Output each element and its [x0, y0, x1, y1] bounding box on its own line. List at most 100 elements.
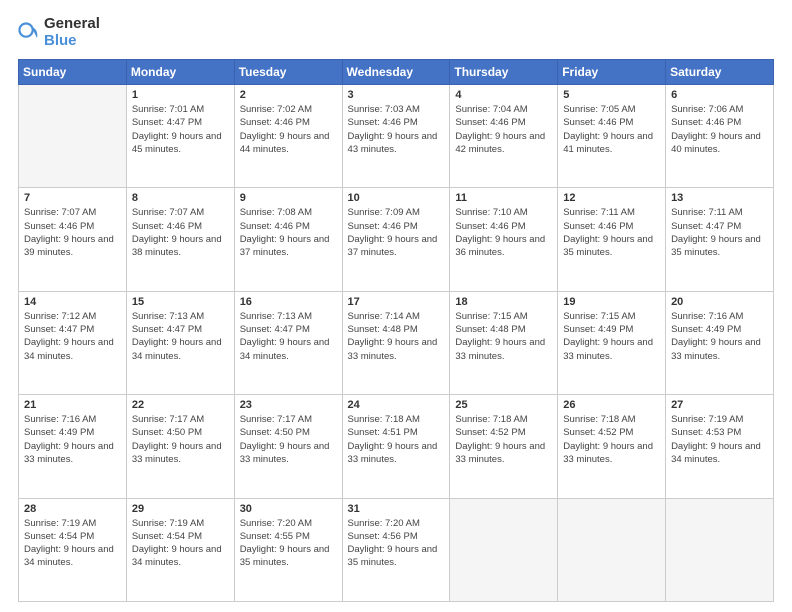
calendar-cell: 19 Sunrise: 7:15 AMSunset: 4:49 PMDayligh… — [558, 291, 666, 394]
calendar-table: SundayMondayTuesdayWednesdayThursdayFrid… — [18, 59, 774, 602]
day-info: Sunrise: 7:17 AMSunset: 4:50 PMDaylight:… — [240, 413, 337, 466]
calendar-cell: 7 Sunrise: 7:07 AMSunset: 4:46 PMDaylight… — [19, 188, 127, 291]
calendar-cell: 2 Sunrise: 7:02 AMSunset: 4:46 PMDaylight… — [234, 85, 342, 188]
day-info: Sunrise: 7:20 AMSunset: 4:55 PMDaylight:… — [240, 517, 337, 570]
day-info: Sunrise: 7:13 AMSunset: 4:47 PMDaylight:… — [240, 310, 337, 363]
day-info: Sunrise: 7:17 AMSunset: 4:50 PMDaylight:… — [132, 413, 229, 466]
calendar-cell: 22 Sunrise: 7:17 AMSunset: 4:50 PMDayligh… — [126, 395, 234, 498]
calendar-cell: 25 Sunrise: 7:18 AMSunset: 4:52 PMDayligh… — [450, 395, 558, 498]
day-info: Sunrise: 7:07 AMSunset: 4:46 PMDaylight:… — [132, 206, 229, 259]
calendar-cell: 28Sunrise: 7:19 AMSunset: 4:54 PMDayligh… — [19, 498, 127, 601]
day-info: Sunrise: 7:19 AMSunset: 4:54 PMDaylight:… — [24, 517, 121, 570]
day-info: Sunrise: 7:18 AMSunset: 4:51 PMDaylight:… — [348, 413, 445, 466]
day-number: 11 — [455, 192, 552, 204]
day-number: 5 — [563, 89, 660, 101]
day-number: 27 — [671, 399, 768, 411]
day-number: 12 — [563, 192, 660, 204]
day-info: Sunrise: 7:10 AMSunset: 4:46 PMDaylight:… — [455, 206, 552, 259]
day-number: 9 — [240, 192, 337, 204]
day-number: 19 — [563, 296, 660, 308]
calendar-cell: 13 Sunrise: 7:11 AMSunset: 4:47 PMDayligh… — [666, 188, 774, 291]
day-number: 17 — [348, 296, 445, 308]
day-number: 25 — [455, 399, 552, 411]
calendar-cell — [450, 498, 558, 601]
calendar-cell — [19, 85, 127, 188]
calendar-cell: 8 Sunrise: 7:07 AMSunset: 4:46 PMDaylight… — [126, 188, 234, 291]
calendar-header: SundayMondayTuesdayWednesdayThursdayFrid… — [19, 60, 774, 85]
day-info: Sunrise: 7:01 AMSunset: 4:47 PMDaylight:… — [132, 103, 229, 156]
day-info: Sunrise: 7:08 AMSunset: 4:46 PMDaylight:… — [240, 206, 337, 259]
day-number: 7 — [24, 192, 121, 204]
day-number: 1 — [132, 89, 229, 101]
day-info: Sunrise: 7:18 AMSunset: 4:52 PMDaylight:… — [455, 413, 552, 466]
calendar-week-4: 21Sunrise: 7:16 AMSunset: 4:49 PMDayligh… — [19, 395, 774, 498]
day-info: Sunrise: 7:07 AMSunset: 4:46 PMDaylight:… — [24, 206, 121, 259]
calendar-cell: 30 Sunrise: 7:20 AMSunset: 4:55 PMDayligh… — [234, 498, 342, 601]
day-number: 2 — [240, 89, 337, 101]
weekday-header-saturday: Saturday — [666, 60, 774, 85]
calendar-cell: 1 Sunrise: 7:01 AMSunset: 4:47 PMDaylight… — [126, 85, 234, 188]
calendar-cell: 18 Sunrise: 7:15 AMSunset: 4:48 PMDayligh… — [450, 291, 558, 394]
calendar-cell: 12Sunrise: 7:11 AMSunset: 4:46 PMDayligh… — [558, 188, 666, 291]
calendar-cell: 29 Sunrise: 7:19 AMSunset: 4:54 PMDayligh… — [126, 498, 234, 601]
day-number: 29 — [132, 503, 229, 515]
logo: General Blue — [18, 16, 100, 49]
day-info: Sunrise: 7:13 AMSunset: 4:47 PMDaylight:… — [132, 310, 229, 363]
day-number: 20 — [671, 296, 768, 308]
calendar-cell: 6 Sunrise: 7:06 AMSunset: 4:46 PMDaylight… — [666, 85, 774, 188]
day-number: 6 — [671, 89, 768, 101]
weekday-header-thursday: Thursday — [450, 60, 558, 85]
day-info: Sunrise: 7:03 AMSunset: 4:46 PMDaylight:… — [348, 103, 445, 156]
day-info: Sunrise: 7:16 AMSunset: 4:49 PMDaylight:… — [671, 310, 768, 363]
day-number: 10 — [348, 192, 445, 204]
day-info: Sunrise: 7:19 AMSunset: 4:53 PMDaylight:… — [671, 413, 768, 466]
day-number: 3 — [348, 89, 445, 101]
day-info: Sunrise: 7:16 AMSunset: 4:49 PMDaylight:… — [24, 413, 121, 466]
calendar-cell — [666, 498, 774, 601]
weekday-header-row: SundayMondayTuesdayWednesdayThursdayFrid… — [19, 60, 774, 85]
day-number: 18 — [455, 296, 552, 308]
calendar-cell — [558, 498, 666, 601]
calendar-cell: 31Sunrise: 7:20 AMSunset: 4:56 PMDayligh… — [342, 498, 450, 601]
logo-icon — [18, 22, 40, 44]
calendar-cell: 4Sunrise: 7:04 AMSunset: 4:46 PMDaylight… — [450, 85, 558, 188]
day-number: 26 — [563, 399, 660, 411]
day-info: Sunrise: 7:02 AMSunset: 4:46 PMDaylight:… — [240, 103, 337, 156]
day-number: 13 — [671, 192, 768, 204]
day-number: 30 — [240, 503, 337, 515]
calendar-cell: 21Sunrise: 7:16 AMSunset: 4:49 PMDayligh… — [19, 395, 127, 498]
day-info: Sunrise: 7:06 AMSunset: 4:46 PMDaylight:… — [671, 103, 768, 156]
calendar-cell: 17 Sunrise: 7:14 AMSunset: 4:48 PMDayligh… — [342, 291, 450, 394]
day-number: 8 — [132, 192, 229, 204]
calendar-week-5: 28Sunrise: 7:19 AMSunset: 4:54 PMDayligh… — [19, 498, 774, 601]
calendar-cell: 20 Sunrise: 7:16 AMSunset: 4:49 PMDayligh… — [666, 291, 774, 394]
day-info: Sunrise: 7:18 AMSunset: 4:52 PMDaylight:… — [563, 413, 660, 466]
calendar-cell: 26 Sunrise: 7:18 AMSunset: 4:52 PMDayligh… — [558, 395, 666, 498]
day-info: Sunrise: 7:15 AMSunset: 4:49 PMDaylight:… — [563, 310, 660, 363]
day-number: 22 — [132, 399, 229, 411]
day-info: Sunrise: 7:11 AMSunset: 4:47 PMDaylight:… — [671, 206, 768, 259]
calendar-cell: 24 Sunrise: 7:18 AMSunset: 4:51 PMDayligh… — [342, 395, 450, 498]
calendar-cell: 23 Sunrise: 7:17 AMSunset: 4:50 PMDayligh… — [234, 395, 342, 498]
calendar-cell: 3 Sunrise: 7:03 AMSunset: 4:46 PMDaylight… — [342, 85, 450, 188]
day-info: Sunrise: 7:15 AMSunset: 4:48 PMDaylight:… — [455, 310, 552, 363]
day-number: 14 — [24, 296, 121, 308]
day-number: 24 — [348, 399, 445, 411]
calendar-body: 1 Sunrise: 7:01 AMSunset: 4:47 PMDaylight… — [19, 85, 774, 602]
calendar-week-1: 1 Sunrise: 7:01 AMSunset: 4:47 PMDaylight… — [19, 85, 774, 188]
calendar-cell: 10 Sunrise: 7:09 AMSunset: 4:46 PMDayligh… — [342, 188, 450, 291]
day-number: 4 — [455, 89, 552, 101]
calendar-cell: 5 Sunrise: 7:05 AMSunset: 4:46 PMDaylight… — [558, 85, 666, 188]
calendar-cell: 9 Sunrise: 7:08 AMSunset: 4:46 PMDaylight… — [234, 188, 342, 291]
day-number: 23 — [240, 399, 337, 411]
day-number: 16 — [240, 296, 337, 308]
calendar-cell: 27 Sunrise: 7:19 AMSunset: 4:53 PMDayligh… — [666, 395, 774, 498]
weekday-header-wednesday: Wednesday — [342, 60, 450, 85]
calendar-cell: 16 Sunrise: 7:13 AMSunset: 4:47 PMDayligh… — [234, 291, 342, 394]
day-info: Sunrise: 7:19 AMSunset: 4:54 PMDaylight:… — [132, 517, 229, 570]
weekday-header-monday: Monday — [126, 60, 234, 85]
day-info: Sunrise: 7:05 AMSunset: 4:46 PMDaylight:… — [563, 103, 660, 156]
day-info: Sunrise: 7:09 AMSunset: 4:46 PMDaylight:… — [348, 206, 445, 259]
day-info: Sunrise: 7:14 AMSunset: 4:48 PMDaylight:… — [348, 310, 445, 363]
calendar-week-2: 7 Sunrise: 7:07 AMSunset: 4:46 PMDaylight… — [19, 188, 774, 291]
